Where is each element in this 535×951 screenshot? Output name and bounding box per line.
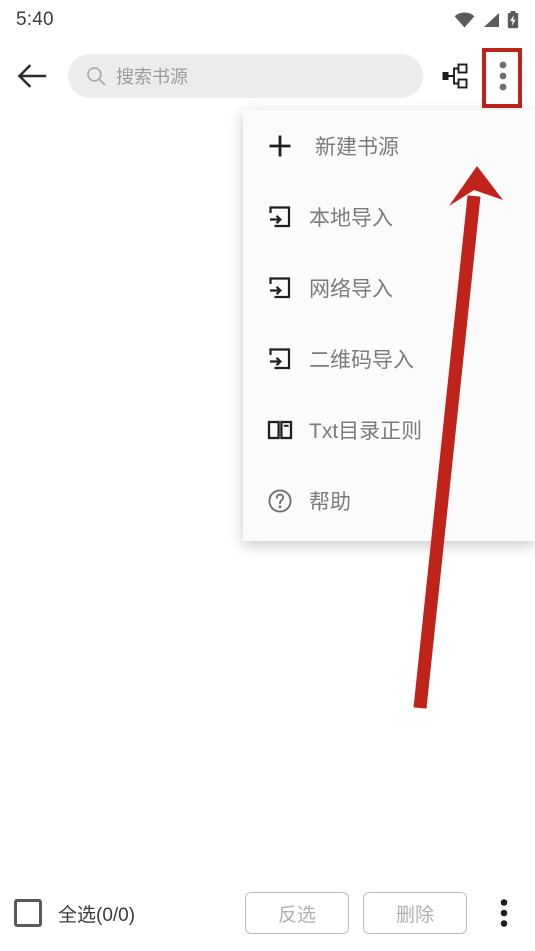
- menu-item-network-import[interactable]: 网络导入: [243, 252, 535, 323]
- menu-item-new-source[interactable]: 新建书源: [243, 110, 535, 181]
- invert-selection-button[interactable]: 反选: [245, 892, 349, 934]
- select-all-control[interactable]: 全选(0/0): [14, 899, 135, 927]
- menu-item-label: 帮助: [309, 490, 351, 514]
- status-icons: [454, 11, 519, 29]
- menu-item-help[interactable]: 帮助: [243, 465, 535, 536]
- status-time: 5:40: [16, 9, 54, 30]
- menu-item-label: Txt目录正则: [309, 419, 423, 443]
- menu-item-label: 网络导入: [309, 277, 393, 301]
- overflow-menu-icon: [500, 899, 508, 927]
- search-icon: [87, 67, 106, 86]
- battery-charging-icon: [507, 11, 519, 29]
- menu-item-qrcode-import[interactable]: 二维码导入: [243, 323, 535, 394]
- menu-item-txt-toc-regex[interactable]: Txt目录正则: [243, 394, 535, 465]
- menu-item-label: 新建书源: [315, 135, 399, 159]
- status-bar: 5:40: [0, 0, 535, 40]
- app-screen: 5:40 搜索书源 新建书源 本地导入 网络导入 二维码导入 Txt目录正则 帮…: [0, 0, 535, 951]
- search-placeholder: 搜索书源: [116, 67, 188, 87]
- select-all-checkbox[interactable]: [14, 899, 42, 927]
- menu-item-local-import[interactable]: 本地导入: [243, 181, 535, 252]
- overflow-menu-button[interactable]: [479, 52, 527, 100]
- select-all-label: 全选(0/0): [58, 904, 136, 926]
- overflow-menu-icon: [499, 61, 507, 91]
- bottom-overflow-menu-button[interactable]: [487, 889, 521, 937]
- menu-item-label: 二维码导入: [309, 348, 414, 372]
- source-group-button[interactable]: [431, 52, 479, 100]
- source-group-icon: [442, 63, 468, 89]
- search-input[interactable]: 搜索书源: [68, 54, 423, 98]
- delete-button[interactable]: 删除: [363, 892, 467, 934]
- cellular-signal-icon: [484, 13, 499, 27]
- back-arrow-icon: [17, 64, 47, 88]
- import-icon: [267, 346, 309, 372]
- bottom-actions: 反选 删除: [245, 889, 521, 937]
- bottom-action-bar: 全选(0/0) 反选 删除: [0, 875, 535, 951]
- app-bar: 搜索书源: [0, 40, 535, 112]
- help-circle-icon: [267, 488, 309, 514]
- open-book-icon: [267, 417, 309, 443]
- plus-icon: [267, 133, 309, 159]
- back-button[interactable]: [8, 52, 56, 100]
- overflow-dropdown-menu: 新建书源 本地导入 网络导入 二维码导入 Txt目录正则 帮助: [243, 110, 535, 541]
- menu-item-label: 本地导入: [309, 206, 393, 230]
- import-icon: [267, 275, 309, 301]
- import-icon: [267, 204, 309, 230]
- wifi-icon: [454, 12, 475, 28]
